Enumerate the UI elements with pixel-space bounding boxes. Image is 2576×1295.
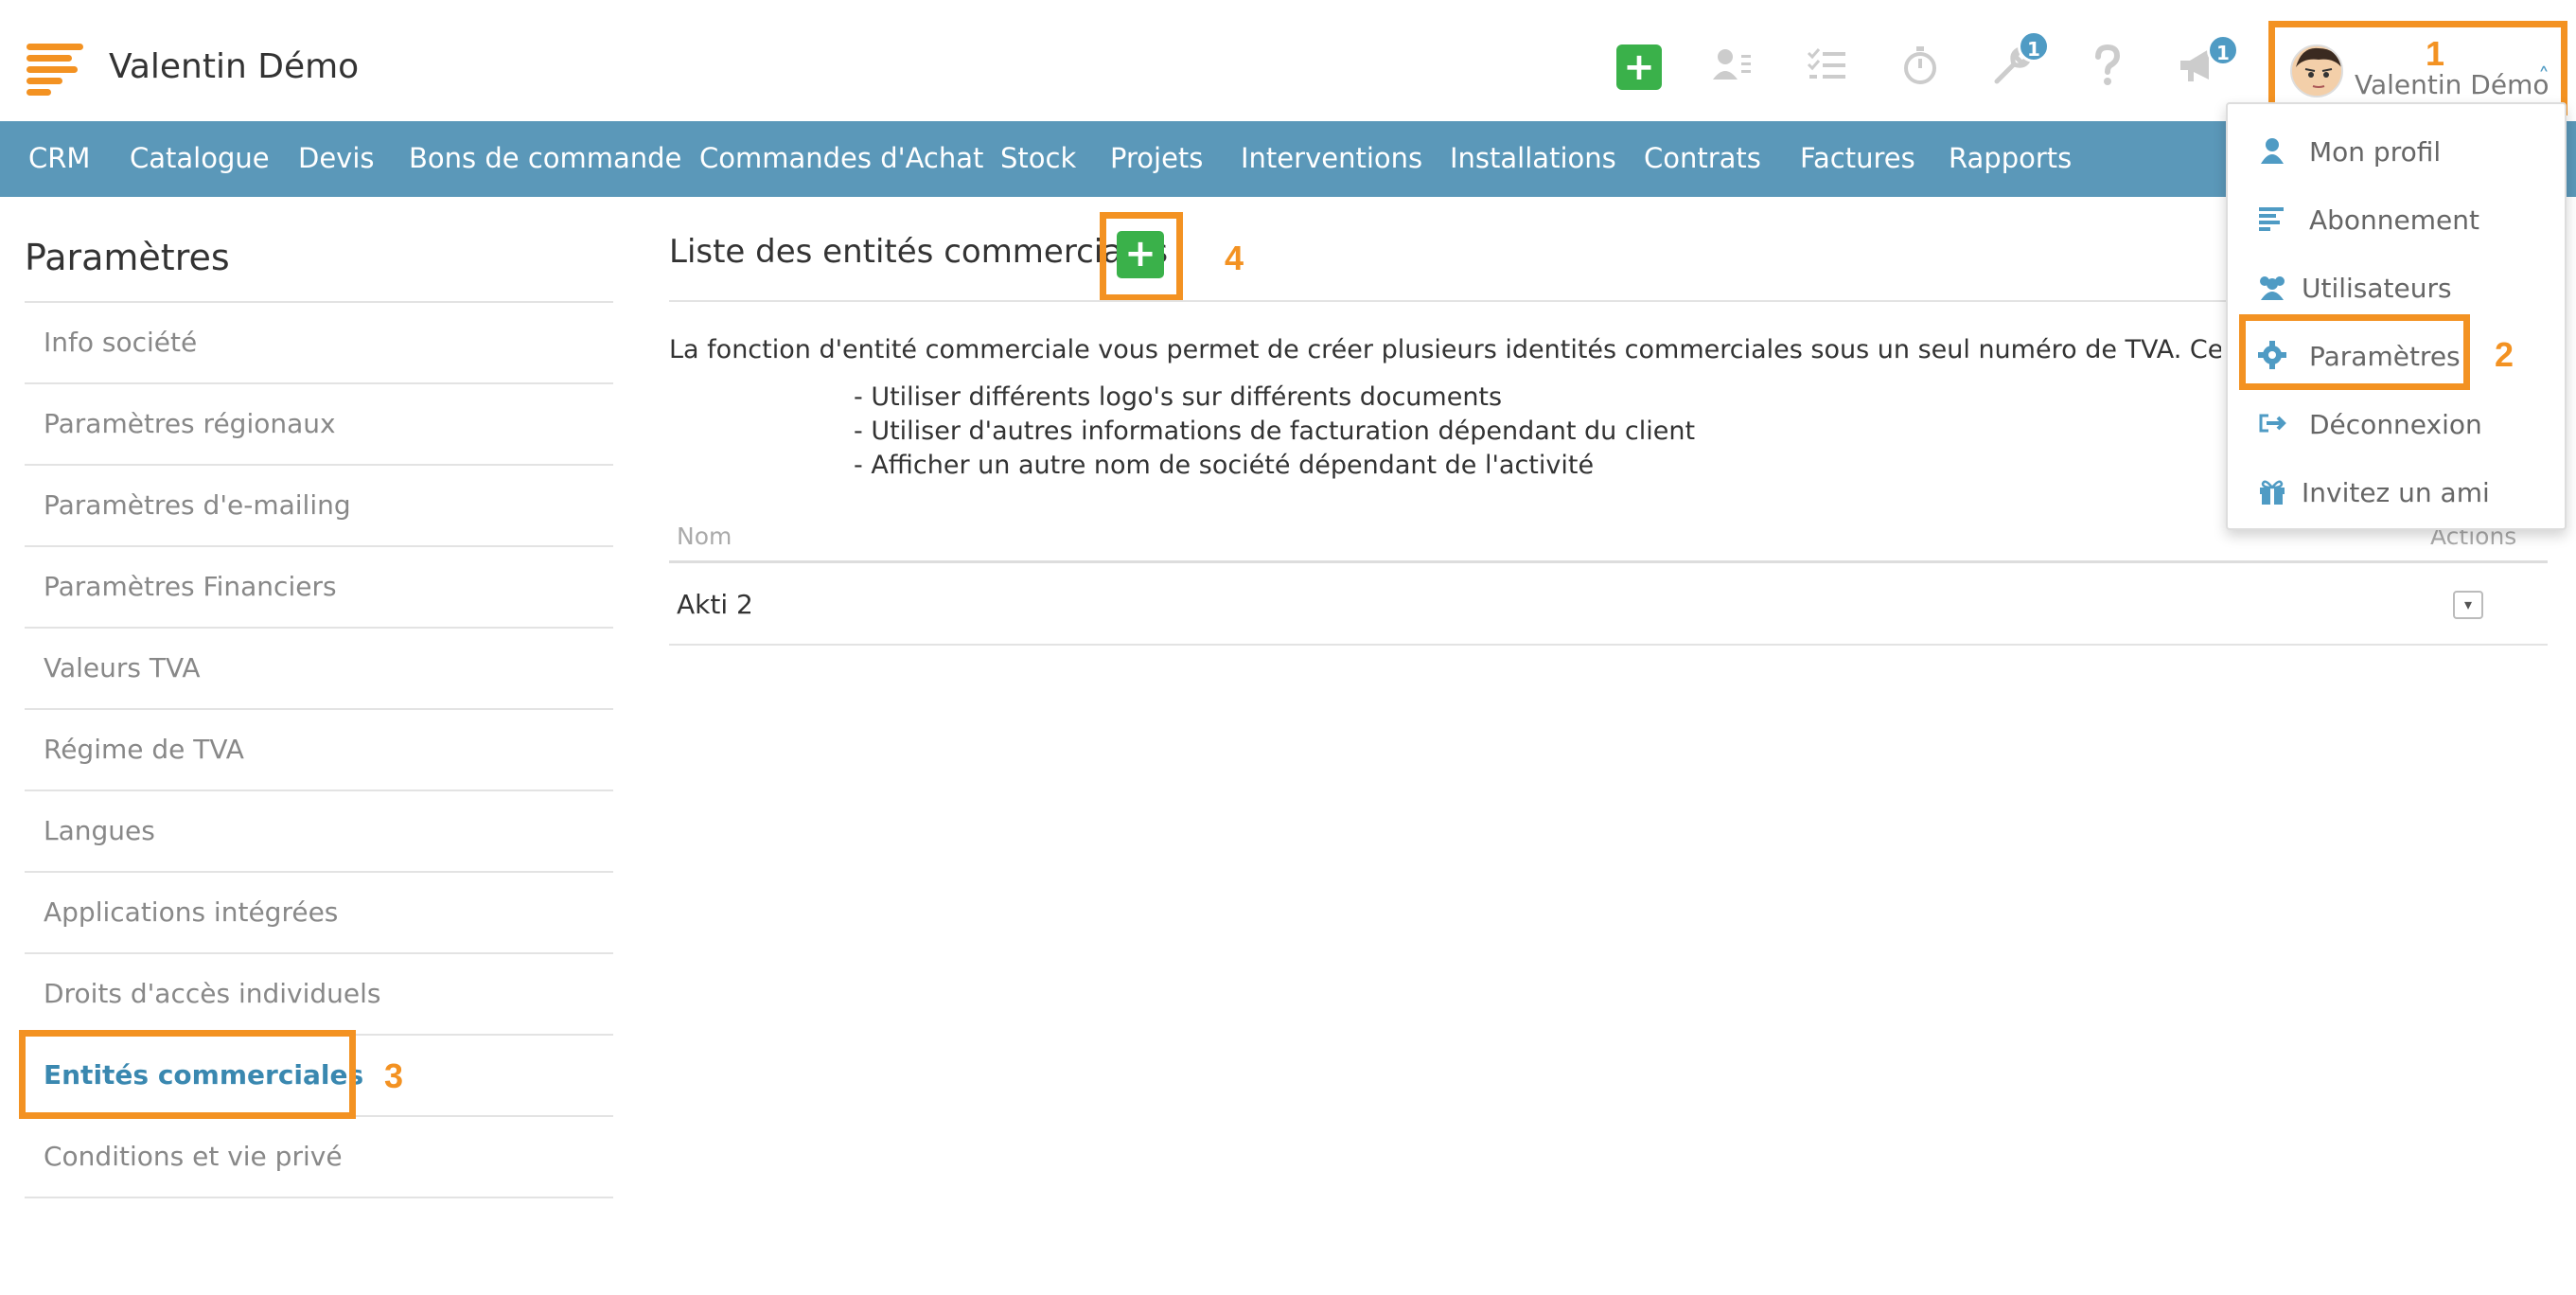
menu-item-label: Utilisateurs: [2302, 273, 2452, 304]
sidebar-title: Paramètres: [25, 237, 230, 278]
sidebar-item-droits-acces[interactable]: Droits d'accès individuels: [25, 954, 613, 1036]
nav-item-projets[interactable]: Projets: [1110, 142, 1203, 174]
nav-item-contrats[interactable]: Contrats: [1644, 142, 1761, 174]
bullet-item: - Afficher un autre nom de société dépen…: [854, 451, 1595, 480]
page-title: Liste des entités commerciales: [669, 233, 1169, 271]
menu-item-label: Invitez un ami: [2302, 477, 2490, 508]
add-icon[interactable]: +: [1616, 44, 1662, 90]
timer-icon[interactable]: [1897, 42, 1944, 89]
nav-item-catalogue[interactable]: Catalogue: [130, 142, 270, 174]
sidebar-item-regime-tva[interactable]: Régime de TVA: [25, 710, 613, 791]
help-icon[interactable]: [2084, 42, 2131, 89]
annotation-3: 3: [384, 1056, 404, 1095]
nav-item-bons-de-commande[interactable]: Bons de commande: [409, 142, 681, 174]
menu-item-utilisateurs[interactable]: Utilisateurs: [2228, 252, 2565, 320]
nav-item-stock[interactable]: Stock: [1000, 142, 1076, 174]
nav-item-devis[interactable]: Devis: [298, 142, 375, 174]
sidebar-item-valeurs-tva[interactable]: Valeurs TVA: [25, 629, 613, 710]
sidebar-item-conditions-vie-privee[interactable]: Conditions et vie privé: [25, 1117, 613, 1198]
nav-item-installations[interactable]: Installations: [1450, 142, 1616, 174]
annotation-2: 2: [2495, 335, 2514, 374]
menu-item-abonnement[interactable]: Abonnement: [2228, 184, 2565, 252]
bullet-item: - Utiliser d'autres informations de fact…: [854, 417, 1696, 446]
menu-item-deconnexion[interactable]: Déconnexion: [2228, 388, 2565, 456]
nav-item-interventions[interactable]: Interventions: [1241, 142, 1422, 174]
logout-icon: [2256, 407, 2288, 439]
sidebar-item-langues[interactable]: Langues: [25, 791, 613, 873]
wrench-badge: 1: [2018, 30, 2050, 62]
table-row-name[interactable]: Akti 2: [677, 589, 753, 620]
top-header: Valentin Démo + 1 1 Valentin Démo ˄ 1: [0, 0, 2576, 121]
tasks-icon[interactable]: [1804, 42, 1851, 89]
menu-item-label: Déconnexion: [2309, 409, 2482, 440]
nav-item-commandes-achat[interactable]: Commandes d'Achat: [699, 142, 983, 174]
row-actions-dropdown[interactable]: ▾: [2453, 591, 2483, 619]
table-header-divider: [669, 560, 2548, 563]
menu-item-invitez-un-ami[interactable]: Invitez un ami: [2228, 456, 2565, 524]
annotation-1: 1: [2426, 34, 2445, 73]
user-name: Valentin Démo: [2355, 69, 2550, 100]
menu-item-label: Abonnement: [2309, 204, 2480, 236]
annotation-4: 4: [1225, 239, 1244, 277]
menu-item-mon-profil[interactable]: Mon profil: [2228, 115, 2565, 184]
sidebar-item-parametres-emailing[interactable]: Paramètres d'e-mailing: [25, 466, 613, 547]
chevron-up-icon: ˄: [2538, 63, 2550, 90]
list-icon: [2256, 203, 2288, 235]
gift-icon: [2256, 475, 2288, 507]
nav-item-rapports[interactable]: Rapports: [1949, 142, 2072, 174]
sidebar-item-parametres-regionaux[interactable]: Paramètres régionaux: [25, 384, 613, 466]
user-menu-toggle[interactable]: Valentin Démo ˄: [2268, 21, 2567, 115]
menu-item-label: Mon profil: [2309, 136, 2442, 168]
users-icon: [2256, 271, 2288, 303]
user-icon: [2256, 134, 2288, 167]
contacts-icon[interactable]: [1709, 42, 1756, 89]
sidebar-item-parametres-financiers[interactable]: Paramètres Financiers: [25, 547, 613, 629]
nav-item-factures[interactable]: Factures: [1800, 142, 1915, 174]
app-logo-icon[interactable]: [26, 44, 83, 96]
app-title: Valentin Démo: [109, 47, 360, 86]
main-nav: CRM Catalogue Devis Bons de commande Com…: [0, 121, 2576, 197]
table-row-divider: [669, 644, 2548, 646]
bullet-item: - Utiliser différents logo's sur différe…: [854, 382, 1503, 412]
sidebar-item-applications-integrees[interactable]: Applications intégrées: [25, 873, 613, 954]
add-entity-button[interactable]: +: [1117, 231, 1164, 278]
avatar: [2290, 44, 2343, 98]
highlight-box-entites: [19, 1030, 356, 1119]
sidebar-item-info-societe[interactable]: Info société: [25, 303, 613, 384]
megaphone-badge: 1: [2207, 34, 2239, 66]
highlight-box-parametres: [2239, 314, 2470, 390]
column-header-nom[interactable]: Nom: [677, 523, 732, 550]
nav-item-crm[interactable]: CRM: [28, 142, 90, 174]
intro-text: La fonction d'entité commerciale vous pe…: [669, 335, 2221, 364]
